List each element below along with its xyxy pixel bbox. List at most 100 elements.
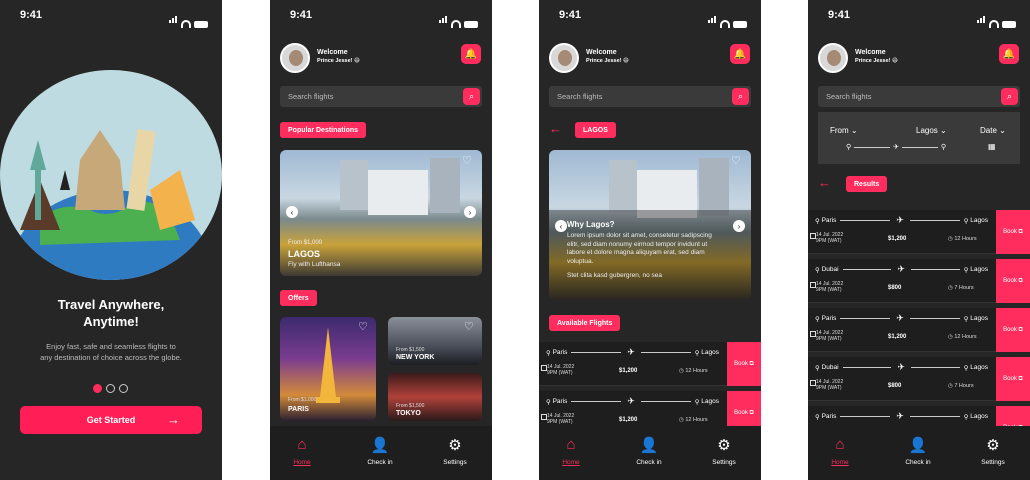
flight-price: $1,200 xyxy=(619,417,638,423)
splash-description: Enjoy fast, safe and seamless flights to… xyxy=(40,342,182,362)
back-arrow-icon[interactable]: ← xyxy=(818,175,831,190)
notification-bell-icon[interactable]: 🔔 xyxy=(461,44,481,64)
flight-duration: ◷ 12 Hours xyxy=(948,334,977,340)
flight-price: $1,200 xyxy=(888,236,907,242)
chevron-down-icon: ⌄ xyxy=(940,126,947,135)
tab-settings[interactable]: ⚙ Settings xyxy=(425,436,485,466)
avatar[interactable] xyxy=(280,43,310,73)
search-input[interactable]: Search flights ⌕ xyxy=(280,86,482,107)
offer-card-paris[interactable]: ♡ From $1,000 PARIS xyxy=(280,317,376,421)
chevron-down-icon: ⌄ xyxy=(850,126,858,135)
page-dot[interactable] xyxy=(119,384,128,393)
flight-card: ⚲ Dubai ✈ ⚲ Lagos 14 Jul. 2022 9PM (WAT) $800… xyxy=(808,259,1030,303)
from-dropdown[interactable]: From ⌄ xyxy=(830,126,858,135)
tab-home[interactable]: ⌂ Home xyxy=(810,436,870,466)
flight-price: $800 xyxy=(888,383,902,389)
home-icon: ⌂ xyxy=(835,436,845,453)
tab-check-in[interactable]: 👤 Check in xyxy=(350,436,410,466)
page-dot[interactable] xyxy=(106,384,115,393)
calendar-icon[interactable]: ▦ xyxy=(988,142,996,151)
search-icon[interactable]: ⌕ xyxy=(1001,88,1018,105)
search-input[interactable]: Search flights ⌕ xyxy=(818,86,1020,107)
tab-home[interactable]: ⌂ Home xyxy=(541,436,601,466)
favorite-heart-icon[interactable]: ♡ xyxy=(464,321,476,333)
tab-check-in[interactable]: 👤 Check in xyxy=(888,436,948,466)
destination: Lagos xyxy=(701,349,720,356)
book-label: Book xyxy=(734,361,748,367)
page-dot-active[interactable] xyxy=(93,384,102,393)
back-arrow-icon[interactable]: ← xyxy=(549,121,562,136)
time-value: 9PM (WAT) xyxy=(816,287,842,293)
next-arrow-icon[interactable]: › xyxy=(464,206,476,218)
favorite-heart-icon[interactable]: ♡ xyxy=(462,155,474,167)
gear-icon: ⚙ xyxy=(986,437,1000,454)
book-label: Book xyxy=(1003,278,1017,284)
origin: Paris xyxy=(821,413,837,420)
tab-check-in[interactable]: 👤 Check in xyxy=(619,436,679,466)
plane-icon: ✈ xyxy=(897,264,905,274)
page-indicator xyxy=(93,384,128,393)
search-icon[interactable]: ⌕ xyxy=(732,88,749,105)
next-arrow-icon[interactable]: › xyxy=(733,220,745,232)
tab-settings[interactable]: ⚙ Settings xyxy=(963,436,1023,466)
popular-destinations-label: Popular Destinations xyxy=(280,122,367,138)
offer-price: From $1,000 xyxy=(288,397,317,403)
signal-icon xyxy=(977,10,986,28)
book-label: Book xyxy=(1003,229,1017,235)
notification-bell-icon[interactable]: 🔔 xyxy=(999,44,1019,64)
results-label: Results xyxy=(846,176,888,192)
flight-date: 14 Jul. 20229PM (WAT) xyxy=(816,232,843,244)
search-placeholder: Search flights xyxy=(288,92,334,101)
chevron-down-icon: ⌄ xyxy=(999,126,1006,135)
avatar[interactable] xyxy=(549,43,579,73)
to-dropdown[interactable]: Lagos ⌄ xyxy=(916,126,947,135)
avatar[interactable] xyxy=(818,43,848,73)
book-button[interactable]: Book ⧉ xyxy=(727,342,761,386)
arrow-right-icon: → xyxy=(167,412,180,427)
flight-route: ⚲ Dubai ✈ ⚲ Lagos xyxy=(815,362,988,373)
book-button[interactable]: Book ⧉ xyxy=(996,308,1030,352)
tab-label: Check in xyxy=(905,459,931,466)
user-name: Prince Jesse! 😄 xyxy=(317,58,360,64)
offer-price: From $1,500 xyxy=(396,347,425,353)
cathedral xyxy=(368,170,428,215)
tab-home[interactable]: ⌂ Home xyxy=(272,436,332,466)
search-icon[interactable]: ⌕ xyxy=(463,88,480,105)
flight-filter-panel: From ⌄ Lagos ⌄ Date ⌄ ⚲ ✈ ⚲ ▦ xyxy=(818,112,1020,164)
offer-price: From $1,500 xyxy=(396,403,425,409)
tab-label: Check in xyxy=(367,459,393,466)
offer-card-new-york[interactable]: ♡ From $1,500 NEW YORK xyxy=(388,317,482,365)
gear-icon: ⚙ xyxy=(717,437,731,454)
search-input[interactable]: Search flights ⌕ xyxy=(549,86,751,107)
status-bar: 9:41 xyxy=(808,0,1030,30)
tab-bar: ⌂ Home 👤 Check in ⚙ Settings xyxy=(808,426,1030,480)
tab-settings[interactable]: ⚙ Settings xyxy=(694,436,754,466)
book-button[interactable]: Book ⧉ xyxy=(996,259,1030,303)
plane-icon: ✈ xyxy=(893,144,899,151)
book-button[interactable]: Book ⧉ xyxy=(996,210,1030,254)
book-button[interactable]: Book ⧉ xyxy=(996,357,1030,401)
time-value: 9PM (WAT) xyxy=(547,419,573,425)
offer-card-tokyo[interactable]: From $1,500 TOKYO xyxy=(388,373,482,421)
notification-bell-icon[interactable]: 🔔 xyxy=(730,44,750,64)
favorite-heart-icon[interactable]: ♡ xyxy=(731,155,743,167)
building xyxy=(340,160,368,210)
prev-arrow-icon[interactable]: ‹ xyxy=(555,220,567,232)
to-label: Lagos xyxy=(916,126,938,135)
building xyxy=(430,158,460,213)
flight-price: $1,200 xyxy=(888,334,907,340)
get-started-button[interactable]: Get Started → xyxy=(20,406,202,434)
favorite-heart-icon[interactable]: ♡ xyxy=(358,321,370,333)
status-time: 9:41 xyxy=(559,9,582,21)
flight-card: ⚲ Paris ✈ ⚲ Lagos 14 Jul. 20229PM (WAT) $1,2… xyxy=(808,308,1030,352)
prev-arrow-icon[interactable]: ‹ xyxy=(286,206,298,218)
status-time: 9:41 xyxy=(828,9,851,21)
why-lagos-section: Why Lagos? Lorem ipsum dolor sit amet, c… xyxy=(567,220,722,281)
battery-icon xyxy=(464,21,478,28)
destination: Lagos xyxy=(970,217,989,224)
offers-label: Offers xyxy=(280,290,317,306)
pin-icon: ⚲ xyxy=(963,315,971,323)
status-bar: 9:41 xyxy=(539,0,761,30)
date-dropdown[interactable]: Date ⌄ xyxy=(980,126,1006,135)
destination-card-lagos[interactable]: ♡ ‹ › From $1,000 LAGOS Fly with Lufthan… xyxy=(280,150,482,276)
